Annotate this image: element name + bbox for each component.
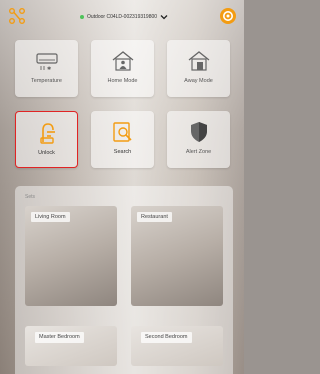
temperature-tile[interactable]: ✱ Temperature xyxy=(15,40,78,97)
room-label: Second Bedroom xyxy=(141,332,192,343)
connected-nodes-icon[interactable] xyxy=(8,7,26,25)
room-label: Master Bedroom xyxy=(35,332,84,343)
gear-icon[interactable] xyxy=(219,7,237,25)
unlock-icon xyxy=(39,123,55,144)
air-conditioner-icon: ✱ xyxy=(35,53,58,72)
rooms-title: Sets xyxy=(25,194,36,200)
tile-label: Temperature xyxy=(31,78,62,84)
away-mode-tile[interactable]: Away Mode xyxy=(167,40,230,97)
room-label: Restaurant xyxy=(137,212,172,222)
room-card-second-bedroom[interactable]: Second Bedroom xyxy=(131,326,223,366)
device-name: Outdoor C04LD-002319319800 xyxy=(87,14,158,20)
device-selector[interactable]: Outdoor C04LD-002319319800 xyxy=(80,12,168,22)
search-doc-icon xyxy=(112,122,132,142)
rooms-panel: Sets Living Room Restaurant Master Bedro… xyxy=(15,186,233,374)
room-card-master-bedroom[interactable]: Master Bedroom xyxy=(25,326,117,366)
shield-icon xyxy=(190,122,207,142)
tile-label: Search xyxy=(113,149,132,155)
room-card-living-room[interactable]: Living Room xyxy=(25,206,117,306)
home-door-icon xyxy=(188,51,209,71)
home-mode-tile[interactable]: Home Mode xyxy=(91,40,154,97)
search-tile[interactable]: Search xyxy=(91,111,154,168)
alert-zone-tile[interactable]: Alert Zone xyxy=(167,111,230,168)
tile-label: Unlock xyxy=(38,150,55,156)
chevron-down-icon[interactable] xyxy=(160,13,168,21)
tile-label: Away Mode xyxy=(184,78,213,84)
online-status-dot xyxy=(80,15,84,19)
home-person-icon xyxy=(112,51,133,71)
svg-text:✱: ✱ xyxy=(47,66,51,72)
room-card-restaurant[interactable]: Restaurant xyxy=(131,206,223,306)
unlock-tile[interactable]: Unlock xyxy=(15,111,78,168)
top-bar: Outdoor C04LD-002319319800 xyxy=(0,0,244,34)
tile-label: Home Mode xyxy=(107,78,138,84)
room-label: Living Room xyxy=(31,212,70,222)
tile-label: Alert Zone xyxy=(185,149,212,155)
